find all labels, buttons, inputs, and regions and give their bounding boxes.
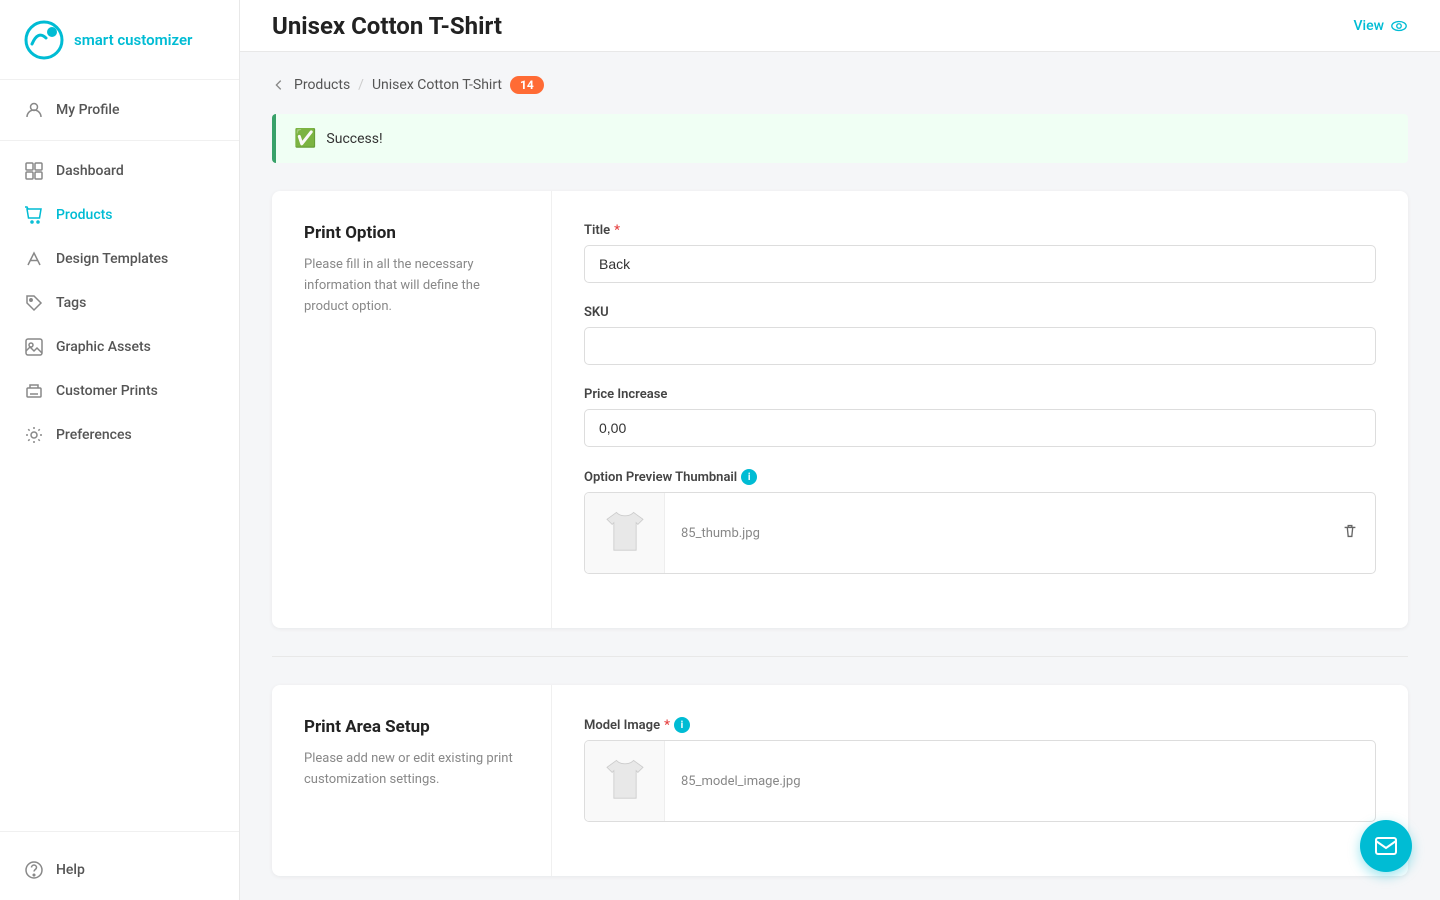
prefs-icon <box>24 425 44 445</box>
sidebar-item-graphic-assets[interactable]: Graphic Assets <box>0 325 239 369</box>
help-icon <box>24 860 44 880</box>
model-image-row: 85_model_image.jpg <box>584 740 1376 822</box>
title-field-group: Title * <box>584 223 1376 283</box>
sidebar-bottom: Help <box>0 840 239 900</box>
breadcrumb-products[interactable]: Products <box>294 77 350 93</box>
products-icon <box>24 205 44 225</box>
sidebar-item-my-profile[interactable]: My Profile <box>0 88 239 132</box>
alert-message: Success! <box>326 131 382 147</box>
email-fab[interactable] <box>1360 820 1412 872</box>
breadcrumb-badge: 14 <box>510 76 544 94</box>
sidebar-item-customer-prints[interactable]: Customer Prints <box>0 369 239 413</box>
design-icon <box>24 249 44 269</box>
sidebar-label-dashboard: Dashboard <box>56 163 124 179</box>
top-bar: Unisex Cotton T-Shirt View <box>240 0 1440 52</box>
price-increase-field-group: Price Increase <box>584 387 1376 447</box>
content-area: Products / Unisex Cotton T-Shirt 14 ✅ Su… <box>240 52 1440 900</box>
page-title: Unisex Cotton T-Shirt <box>272 12 502 40</box>
graphic-icon <box>24 337 44 357</box>
model-image-required: * <box>664 718 670 733</box>
thumbnail-info-icon[interactable]: i <box>741 469 757 485</box>
alert-success: ✅ Success! <box>272 114 1408 163</box>
print-area-title: Print Area Setup <box>304 717 519 737</box>
title-input[interactable] <box>584 245 1376 283</box>
print-option-desc: Please fill in all the necessary informa… <box>304 255 519 317</box>
sidebar-label-preferences: Preferences <box>56 427 132 443</box>
sidebar-label-tags: Tags <box>56 295 86 311</box>
sidebar-item-help[interactable]: Help <box>0 848 239 892</box>
breadcrumb-current: Unisex Cotton T-Shirt <box>372 77 502 93</box>
model-image-info-icon[interactable]: i <box>674 717 690 733</box>
sidebar-label-customer-prints: Customer Prints <box>56 383 158 399</box>
print-option-right: Title * SKU Price Increase <box>552 191 1408 628</box>
user-icon <box>24 100 44 120</box>
view-link[interactable]: View <box>1354 17 1409 35</box>
sidebar-label-products: Products <box>56 207 113 223</box>
tags-icon <box>24 293 44 313</box>
logo: smart customizer <box>0 0 239 80</box>
title-label: Title * <box>584 223 1376 238</box>
print-area-desc: Please add new or edit existing print cu… <box>304 749 519 791</box>
back-arrow-icon <box>272 78 286 92</box>
thumbnail-field-group: Option Preview Thumbnail i 85_thumb.jpg <box>584 469 1376 574</box>
model-image-field-group: Model Image * i 85_model_image.jpg <box>584 717 1376 822</box>
sidebar: smart customizer My Profile <box>0 0 240 900</box>
sku-label: SKU <box>584 305 1376 320</box>
prints-icon <box>24 381 44 401</box>
thumbnail-row: 85_thumb.jpg <box>584 492 1376 574</box>
thumbnail-image <box>585 493 665 573</box>
print-area-section: Print Area Setup Please add new or edit … <box>272 685 1408 876</box>
section-divider <box>272 656 1408 657</box>
print-area-left: Print Area Setup Please add new or edit … <box>272 685 552 876</box>
success-icon: ✅ <box>294 128 316 149</box>
thumbnail-label: Option Preview Thumbnail i <box>584 469 1376 485</box>
sku-input[interactable] <box>584 327 1376 365</box>
sidebar-label-help: Help <box>56 862 85 878</box>
breadcrumb-separator: / <box>358 77 364 93</box>
print-option-left: Print Option Please fill in all the nece… <box>272 191 552 628</box>
main-content: Unisex Cotton T-Shirt View Products / Un… <box>240 0 1440 900</box>
sidebar-item-dashboard[interactable]: Dashboard <box>0 149 239 193</box>
print-area-right: Model Image * i 85_model_image.jpg <box>552 685 1408 876</box>
sidebar-item-tags[interactable]: Tags <box>0 281 239 325</box>
dashboard-icon <box>24 161 44 181</box>
sku-field-group: SKU <box>584 305 1376 365</box>
view-label: View <box>1354 18 1385 34</box>
model-image-thumbnail <box>585 741 665 821</box>
thumbnail-delete-button[interactable] <box>1325 522 1375 544</box>
sidebar-label-graphic-assets: Graphic Assets <box>56 339 151 355</box>
logo-text: smart customizer <box>74 31 192 49</box>
print-option-section: Print Option Please fill in all the nece… <box>272 191 1408 628</box>
breadcrumb: Products / Unisex Cotton T-Shirt 14 <box>272 76 1408 94</box>
sidebar-item-preferences[interactable]: Preferences <box>0 413 239 457</box>
model-image-label: Model Image * i <box>584 717 1376 733</box>
price-increase-label: Price Increase <box>584 387 1376 402</box>
sidebar-label-my-profile: My Profile <box>56 102 119 118</box>
print-option-title: Print Option <box>304 223 519 243</box>
sidebar-nav: My Profile Dashboard <box>0 80 239 823</box>
title-required: * <box>614 223 620 238</box>
model-image-filename: 85_model_image.jpg <box>665 774 1375 789</box>
price-increase-input[interactable] <box>584 409 1376 447</box>
sidebar-item-design-templates[interactable]: Design Templates <box>0 237 239 281</box>
sidebar-item-products[interactable]: Products <box>0 193 239 237</box>
thumbnail-filename: 85_thumb.jpg <box>665 526 1325 541</box>
sidebar-label-design-templates: Design Templates <box>56 251 168 267</box>
